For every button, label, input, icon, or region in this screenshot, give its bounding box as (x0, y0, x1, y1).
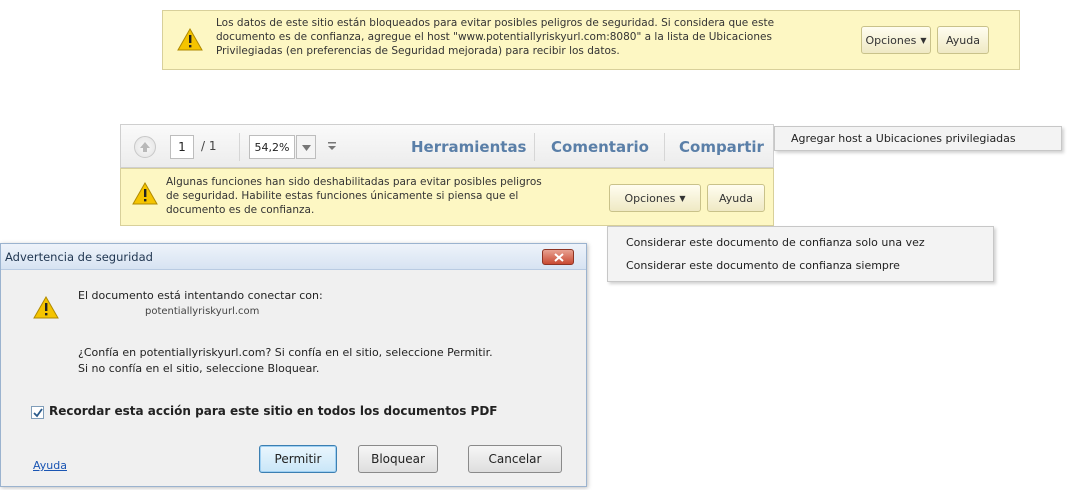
help-button[interactable]: Ayuda (937, 26, 989, 54)
menu-item-trust-always[interactable]: Considerar este documento de confianza s… (626, 259, 900, 272)
cancel-button[interactable]: Cancelar (468, 445, 562, 473)
warning-message: Los datos de este sitio están bloqueados… (216, 16, 856, 58)
allow-label: Permitir (274, 452, 322, 466)
security-warning-bar-features: Algunas funciones han sido deshabilitada… (120, 168, 774, 226)
warning-message-line: documento es de confianza. (166, 204, 315, 216)
warning-message-line: Los datos de este sitio están bloqueados… (216, 17, 775, 29)
more-arrow-icon (328, 142, 336, 150)
menu-item-trust-once[interactable]: Considerar este documento de confianza s… (626, 236, 925, 249)
zoom-value: 54,2% (254, 140, 290, 154)
cancel-label: Cancelar (488, 452, 542, 466)
tab-comment[interactable]: Comentario (551, 138, 649, 156)
toolbar-divider (664, 133, 665, 161)
warning-icon (132, 181, 158, 209)
warning-message-line: documento es de confianza, agregue el ho… (216, 31, 772, 43)
toolbar-divider (534, 133, 535, 161)
menu-item-add-privileged-host[interactable]: Agregar host a Ubicaciones privilegiadas (791, 132, 1016, 145)
tab-share[interactable]: Compartir (679, 138, 764, 156)
dropdown-arrow-icon: ▼ (679, 193, 686, 203)
dropdown-arrow-icon: ▼ (920, 35, 927, 45)
security-warning-bar-top: Los datos de este sitio están bloqueados… (162, 10, 1020, 70)
page-total: / 1 (201, 139, 217, 153)
checkmark-icon (33, 408, 43, 418)
warning-icon (177, 27, 203, 55)
security-warning-dialog: Advertencia de seguridad El documento es… (0, 243, 587, 487)
warning-message-line: Algunas funciones han sido deshabilitada… (166, 176, 542, 188)
close-icon (554, 253, 564, 262)
zoom-input[interactable]: 54,2% (249, 135, 295, 159)
dialog-titlebar[interactable]: Advertencia de seguridad (1, 244, 586, 270)
help-label: Ayuda (946, 33, 980, 47)
options-label: Opciones (865, 33, 917, 47)
options-dropdown-button[interactable]: Opciones ▼ (609, 184, 701, 212)
remember-checkbox[interactable] (31, 406, 44, 419)
previous-page-button[interactable] (134, 136, 156, 158)
trust-question-line: ¿Confía en potentiallyriskyurl.com? Si c… (78, 346, 493, 359)
options-dropdown-button[interactable]: Opciones ▼ (861, 26, 931, 54)
options-menu-trust: Considerar este documento de confianza s… (607, 226, 994, 282)
warning-message-line: Privilegiadas (en preferencias de Seguri… (216, 45, 620, 57)
tab-tools[interactable]: Herramientas (411, 138, 527, 156)
allow-button[interactable]: Permitir (259, 445, 337, 473)
warning-message: Algunas funciones han sido deshabilitada… (166, 175, 606, 217)
options-menu-host: Agregar host a Ubicaciones privilegiadas (774, 126, 1062, 151)
help-button[interactable]: Ayuda (707, 184, 765, 212)
block-button[interactable]: Bloquear (358, 445, 438, 473)
close-button[interactable] (542, 249, 574, 265)
help-link[interactable]: Ayuda (33, 459, 67, 472)
remember-checkbox-label[interactable]: Recordar esta acción para este sitio en … (49, 404, 497, 418)
options-label: Opciones (624, 191, 676, 205)
help-label: Ayuda (719, 191, 753, 205)
zoom-dropdown-button[interactable] (296, 135, 316, 159)
warning-icon (33, 295, 59, 323)
toolbar-more-button[interactable] (326, 137, 338, 159)
connect-message: El documento está intentando conectar co… (78, 289, 323, 302)
reader-toolbar: 1 / 1 54,2% Herramientas Comentario Comp… (120, 124, 774, 168)
chevron-down-icon (302, 145, 311, 151)
toolbar-divider (239, 133, 240, 161)
block-label: Bloquear (371, 452, 425, 466)
dialog-title: Advertencia de seguridad (5, 250, 153, 264)
arrow-up-icon (140, 142, 150, 152)
page-current: 1 (178, 140, 186, 154)
host-name: potentiallyriskyurl.com (145, 306, 260, 317)
warning-message-line: de seguridad. Habilite estas funciones ú… (166, 190, 519, 202)
trust-question-line: Si no confía en el sitio, seleccione Blo… (78, 362, 320, 375)
page-number-input[interactable]: 1 (170, 135, 194, 159)
